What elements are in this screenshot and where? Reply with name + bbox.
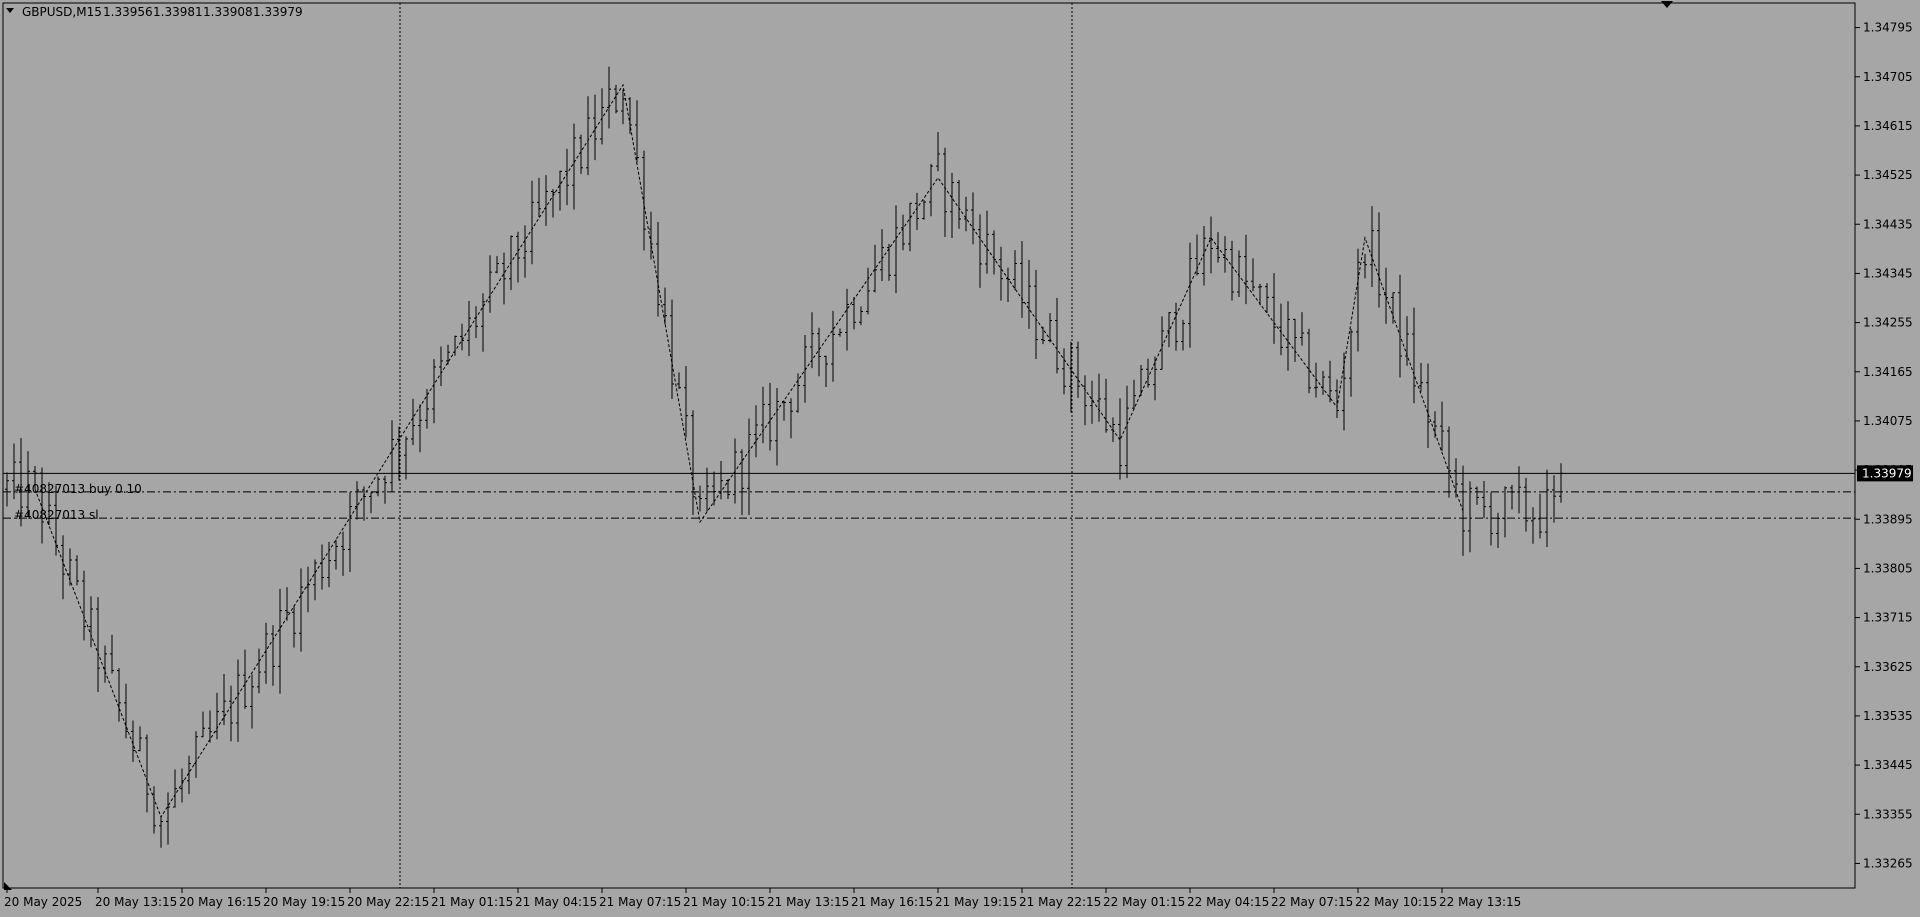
- y-tick-label: 1.33265: [1863, 856, 1913, 870]
- x-tick-label: 22 May 07:15: [1271, 895, 1353, 909]
- y-tick-label: 1.34795: [1863, 21, 1913, 35]
- x-tick-label: 21 May 01:15: [431, 895, 513, 909]
- current-price-value: 1.33979: [1862, 466, 1912, 480]
- ohlc-open: 1.33956: [103, 5, 153, 19]
- x-tick-label: 21 May 07:15: [599, 895, 681, 909]
- y-tick-label: 1.33715: [1863, 611, 1913, 625]
- y-tick-label: 1.34075: [1863, 414, 1913, 428]
- x-tick-label: 21 May 19:15: [935, 895, 1017, 909]
- y-tick-label: 1.33625: [1863, 660, 1913, 674]
- symbol-timeframe: GBPUSD,M15: [22, 5, 102, 19]
- current-price-tag: 1.33979: [1857, 465, 1913, 482]
- y-tick-label: 1.33535: [1863, 709, 1913, 723]
- x-tick-label: 20 May 22:15: [347, 895, 429, 909]
- x-tick-label: 20 May 2025: [4, 895, 82, 909]
- y-tick-label: 1.34435: [1863, 217, 1913, 231]
- y-tick-label: 1.34165: [1863, 365, 1913, 379]
- x-tick-label: 21 May 04:15: [515, 895, 597, 909]
- x-tick-label: 22 May 10:15: [1355, 895, 1437, 909]
- x-tick-label: 21 May 10:15: [683, 895, 765, 909]
- y-tick-label: 1.33445: [1863, 758, 1913, 772]
- x-tick-label: 22 May 04:15: [1187, 895, 1269, 909]
- chart-background: [0, 0, 1920, 913]
- y-tick-label: 1.34345: [1863, 266, 1913, 280]
- chart-header: GBPUSD,M15 1.33956 1.33981 1.33908 1.339…: [6, 5, 303, 19]
- y-tick-label: 1.34705: [1863, 70, 1913, 84]
- x-tick-label: 20 May 13:15: [95, 895, 177, 909]
- y-tick-label: 1.34255: [1863, 316, 1913, 330]
- sl-order-label: #40827013 sl: [14, 508, 99, 522]
- x-tick-label: 22 May 13:15: [1439, 895, 1521, 909]
- ohlc-close: 1.33979: [253, 5, 303, 19]
- y-tick-label: 1.33805: [1863, 561, 1913, 575]
- y-tick-label: 1.34615: [1863, 119, 1913, 133]
- x-tick-label: 22 May 01:15: [1103, 895, 1185, 909]
- x-tick-label: 21 May 13:15: [767, 895, 849, 909]
- x-tick-label: 20 May 19:15: [263, 895, 345, 909]
- y-tick-label: 1.33895: [1863, 512, 1913, 526]
- chart-window[interactable]: 1.34795 1.34705 1.34615 1.34525 1.34435 1.343…: [0, 0, 1920, 913]
- price-chart[interactable]: 1.34795 1.34705 1.34615 1.34525 1.34435 1.343…: [0, 0, 1920, 913]
- ohlc-low: 1.33908: [203, 5, 253, 19]
- x-tick-label: 21 May 22:15: [1019, 895, 1101, 909]
- x-tick-label: 21 May 16:15: [851, 895, 933, 909]
- y-tick-label: 1.34525: [1863, 168, 1913, 182]
- buy-order-label: #40827013 buy 0.10: [14, 482, 142, 496]
- y-tick-label: 1.33355: [1863, 807, 1913, 821]
- x-tick-label: 20 May 16:15: [179, 895, 261, 909]
- ohlc-high: 1.33981: [153, 5, 203, 19]
